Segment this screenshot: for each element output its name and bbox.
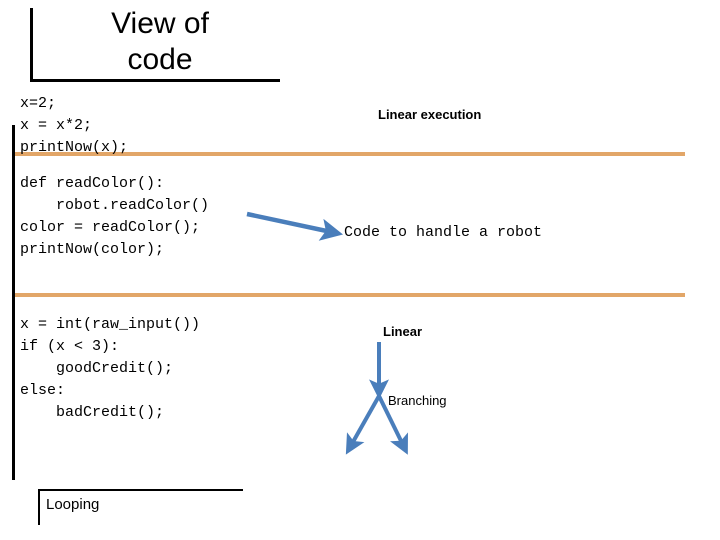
code-block-branching: x = int(raw_input()) if (x < 3): goodCre… [20, 316, 201, 421]
code-block-linear: x=2; x = x*2; printNow(x); [20, 95, 129, 156]
code-block-function: def readColor(): robot.readColor() color… [20, 175, 210, 258]
arrow-branch-left [345, 395, 381, 455]
section-divider-2 [15, 293, 685, 297]
label-linear: Linear [383, 324, 423, 339]
label-linear-execution: Linear execution [378, 107, 482, 122]
page-title: View of code [111, 7, 209, 76]
label-code-to-handle-a-robot: Code to handle a robot [344, 224, 543, 241]
arrow-to-robot-label [246, 211, 344, 241]
label-looping: Looping [46, 496, 100, 513]
label-branching: Branching [388, 393, 447, 408]
slide-canvas: View of code x=2; x = x*2; printNow(x); … [0, 0, 720, 540]
left-vertical-rule [12, 125, 15, 480]
